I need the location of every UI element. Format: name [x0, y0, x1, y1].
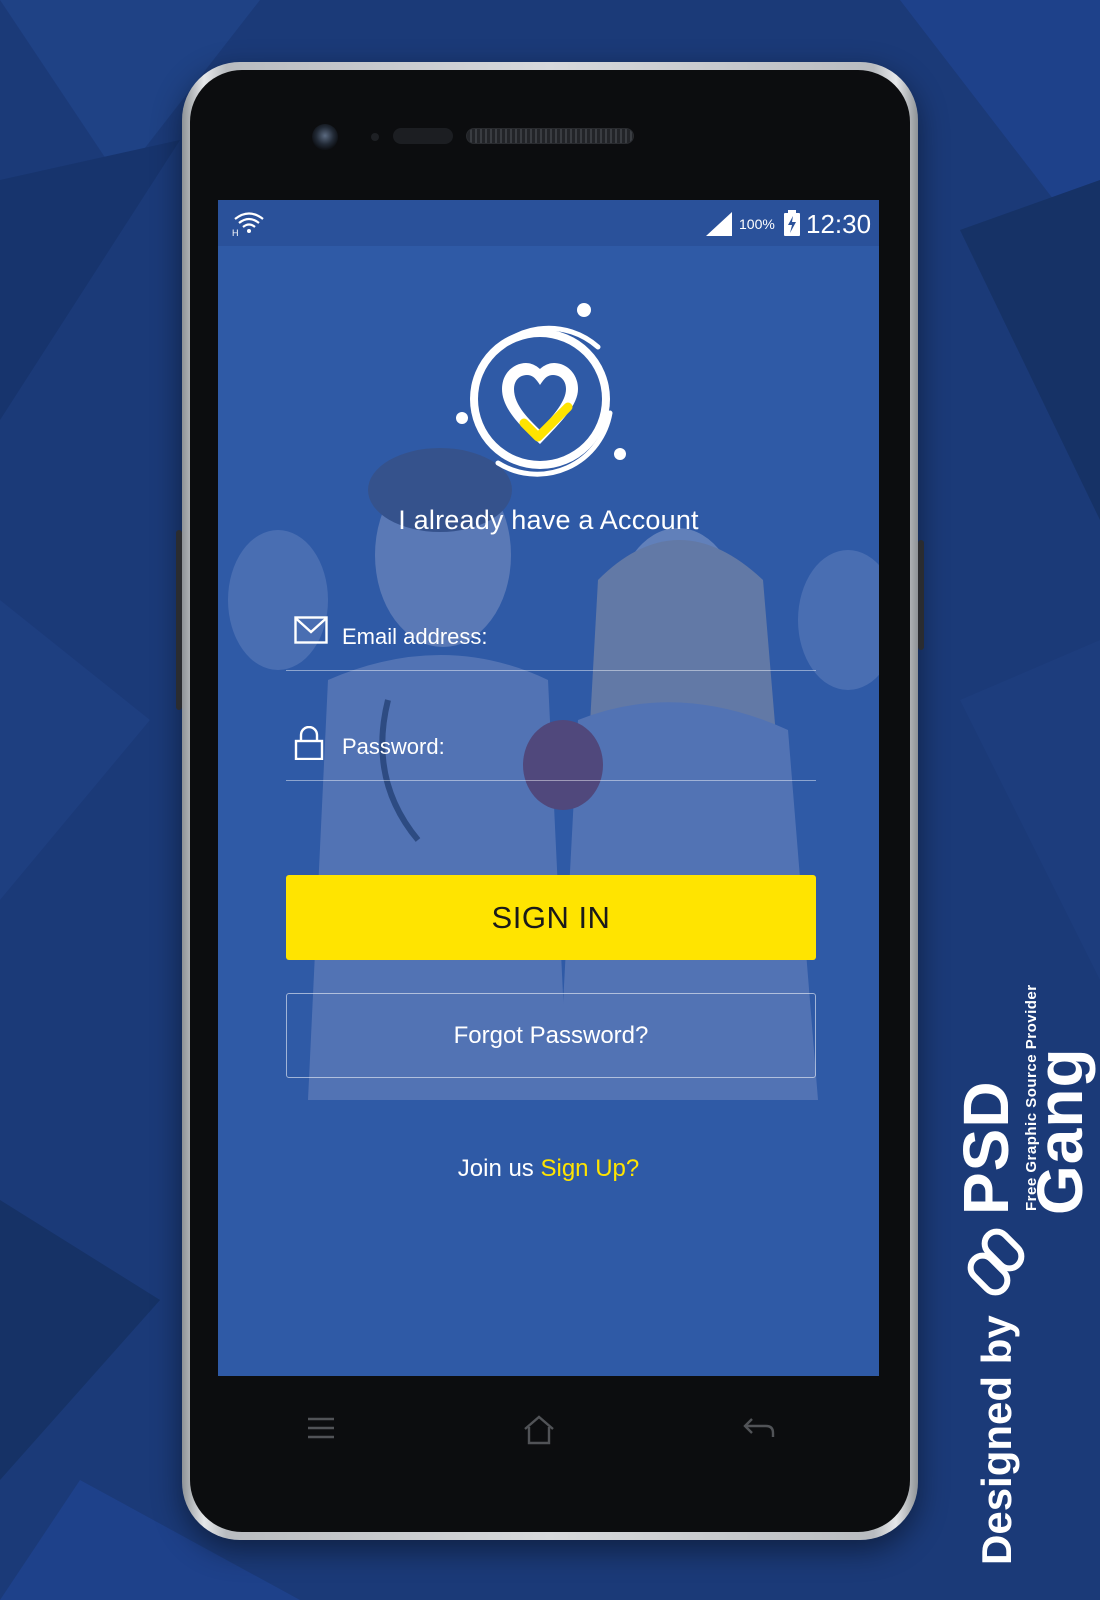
- psd-gang-logo-icon: [967, 1228, 1025, 1296]
- join-text: Join us: [457, 1155, 534, 1182]
- sign-in-button[interactable]: SIGN IN: [286, 875, 816, 960]
- password-field: [286, 722, 816, 781]
- lock-icon: [294, 726, 324, 760]
- app-screen: H 100% 12:30 I already have a Account Em…: [218, 200, 879, 1376]
- designer-watermark: Designed by PSD Gang Free Graphic Source…: [945, 925, 1096, 1565]
- password-input[interactable]: [342, 722, 802, 772]
- brand-tagline: Free Graphic Source Provider: [1023, 984, 1040, 1211]
- join-prompt: Join us Sign Up?: [218, 1155, 879, 1183]
- menu-icon[interactable]: [306, 1415, 336, 1441]
- heart-check-logo: [456, 303, 626, 477]
- svg-text:H: H: [232, 228, 239, 236]
- status-time: 12:30: [806, 209, 872, 239]
- battery-charging-icon: [784, 210, 800, 236]
- earpiece-pill: [393, 128, 453, 144]
- front-camera: [312, 124, 338, 150]
- status-bar: H 100% 12:30: [218, 200, 879, 246]
- battery-percent: 100%: [739, 216, 775, 232]
- speaker-grille: [466, 128, 634, 144]
- android-nav-bar: [218, 1380, 879, 1490]
- designed-by-text: Designed by: [973, 1315, 1020, 1565]
- home-icon[interactable]: [522, 1415, 556, 1445]
- back-icon[interactable]: [742, 1415, 776, 1441]
- email-field: [286, 612, 816, 671]
- phone-side-button-right: [918, 540, 924, 650]
- phone-side-button-left: [176, 530, 182, 710]
- wifi-icon: H: [232, 212, 264, 236]
- envelope-icon: [294, 616, 328, 644]
- forgot-password-button[interactable]: Forgot Password?: [286, 993, 816, 1078]
- account-headline: I already have a Account: [398, 505, 699, 535]
- signal-icon: [706, 212, 732, 236]
- proximity-sensor: [371, 133, 379, 141]
- email-input[interactable]: [342, 612, 802, 662]
- sign-up-link[interactable]: Sign Up?: [540, 1155, 639, 1182]
